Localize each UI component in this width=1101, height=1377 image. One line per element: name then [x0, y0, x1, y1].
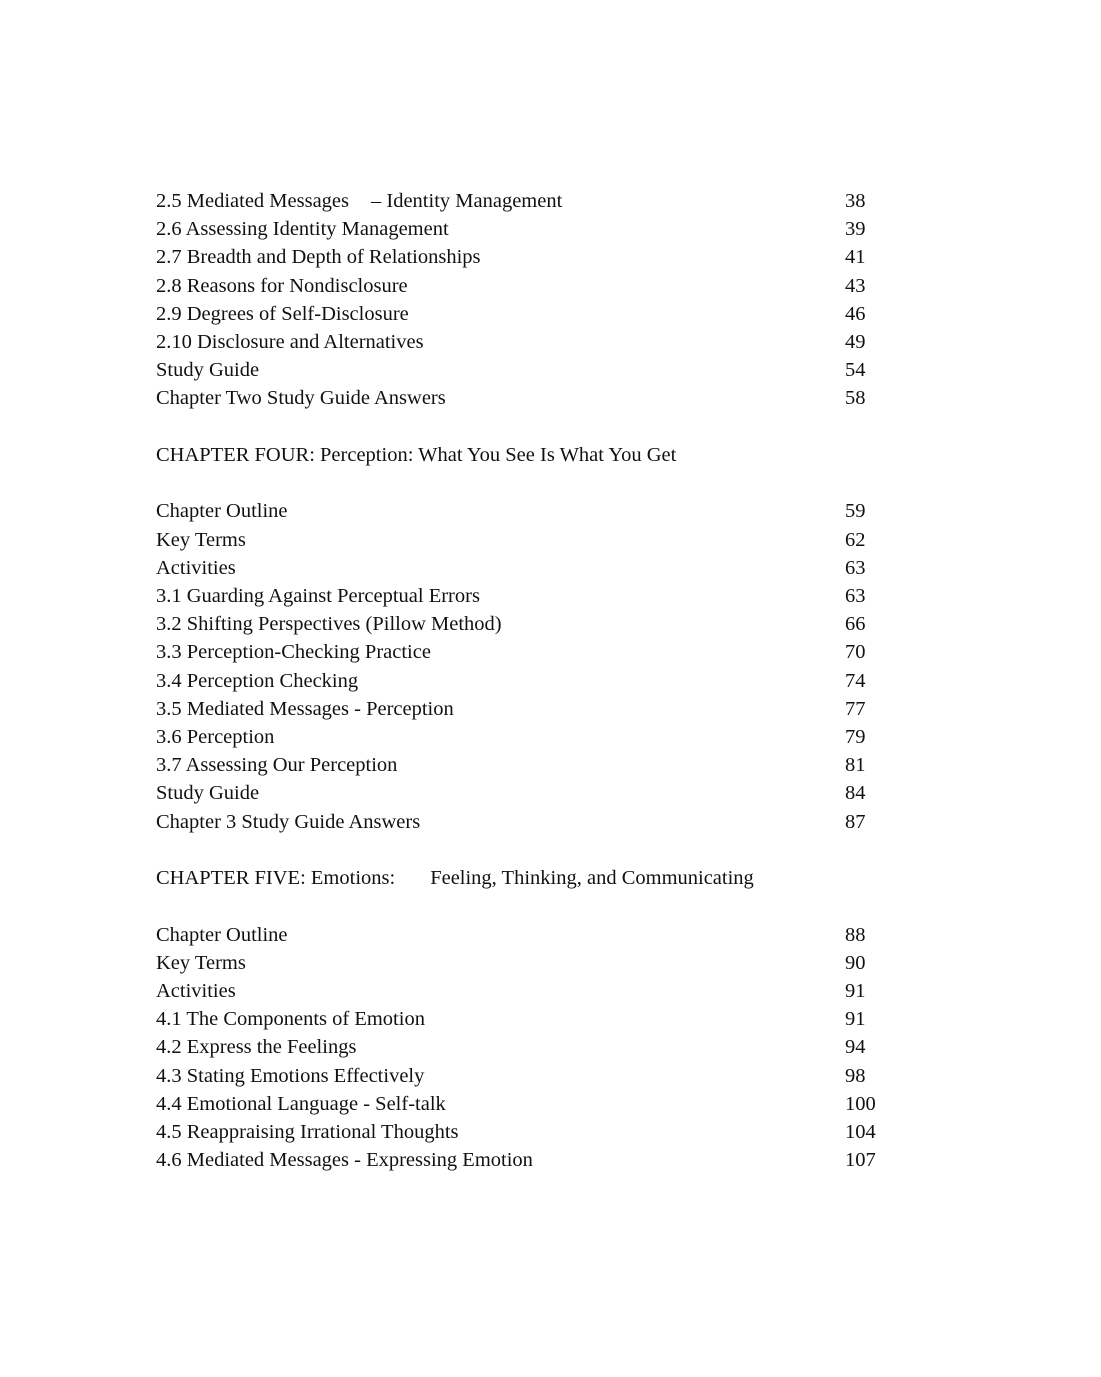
toc-entry-page: 94 — [845, 1036, 866, 1059]
toc-entry-page: 70 — [845, 641, 866, 664]
toc-entry: 3.4 Perception Checking 74 — [156, 667, 916, 695]
toc-entry-title: 4.2 Express the Feelings — [156, 1036, 357, 1059]
toc-entry-title: 2.7 Breadth and Depth of Relationships — [156, 246, 481, 269]
toc-entry-page: 79 — [845, 725, 866, 748]
toc-entry-page: 49 — [845, 330, 866, 353]
toc-entry-title: Study Guide — [156, 782, 260, 805]
toc-entry-page: 98 — [845, 1064, 866, 1087]
toc-entry-title: 3.6 Perception — [156, 725, 275, 748]
toc-entry: 3.5 Mediated Messages - Perception 77 — [156, 695, 916, 723]
toc-entry-page: 84 — [845, 782, 866, 805]
toc-entry-page: 88 — [845, 923, 866, 946]
toc-entry-page: 91 — [845, 980, 866, 1003]
toc-entry-page: 63 — [845, 585, 866, 608]
toc-entry: 2.10 Disclosure and Alternatives 49 — [156, 328, 916, 356]
toc-entry-page: 81 — [845, 754, 866, 777]
toc-entry: Chapter Outline 59 — [156, 497, 916, 525]
toc-entry: 2.8 Reasons for Nondisclosure 43 — [156, 272, 916, 300]
toc-entry-title: 4.6 Mediated Messages - Expressing Emoti… — [156, 1149, 533, 1172]
toc-entry-page: 107 — [845, 1149, 876, 1172]
toc-entry: Study Guide 84 — [156, 779, 916, 807]
toc-entry: Key Terms 90 — [156, 949, 916, 977]
toc-entry-title: Chapter Two Study Guide Answers — [156, 387, 446, 410]
toc-entry-title: 3.2 Shifting Perspectives (Pillow Method… — [156, 613, 502, 636]
toc-entry-page: 38 — [845, 190, 866, 212]
toc-entry-title: 4.3 Stating Emotions Effectively — [156, 1064, 425, 1087]
toc-entry-title: Chapter 3 Study Guide Answers — [156, 810, 421, 833]
toc-entry-page: 104 — [845, 1121, 876, 1143]
toc-entry: Chapter 3 Study Guide Answers 87 — [156, 808, 916, 836]
toc-entry: 4.6 Mediated Messages - Expressing Emoti… — [156, 1146, 916, 1174]
toc-entry-page: 46 — [845, 302, 866, 325]
toc-entry-title: Key Terms — [156, 951, 246, 974]
toc-entry: 4.3 Stating Emotions Effectively 98 — [156, 1062, 916, 1090]
toc-entry-title: 3.3 Perception-Checking Practice — [156, 641, 431, 664]
toc-entry: 3.2 Shifting Perspectives (Pillow Method… — [156, 610, 916, 638]
toc-entry-title: 2.6 Assessing Identity Management — [156, 218, 449, 241]
toc-entry-title: 4.4 Emotional Language - Self-talk — [156, 1092, 446, 1115]
toc-entry: 3.6 Perception 79 — [156, 723, 916, 751]
toc-entry-title: 3.7 Assessing Our Perception — [156, 754, 398, 777]
toc-entry-page: 100 — [845, 1092, 876, 1115]
toc-entry-title: 3.4 Perception Checking — [156, 669, 359, 692]
toc-entry-page: 43 — [845, 274, 866, 297]
toc-entry-page: 90 — [845, 951, 866, 974]
toc-entry: 2.5 Mediated Messages – Identity Manageme… — [156, 187, 916, 215]
toc-entry-title: Activities — [156, 980, 236, 1003]
toc-entry-title: 3.1 Guarding Against Perceptual Errors — [156, 585, 480, 608]
toc-entry: 4.1 The Components of Emotion 91 — [156, 1005, 916, 1033]
toc-entry-page: 74 — [845, 669, 866, 692]
toc-entry-page: 77 — [845, 697, 866, 720]
toc-entry-page: 66 — [845, 613, 866, 636]
toc-entry-page: 59 — [845, 500, 866, 523]
toc-entry-page: 39 — [845, 218, 866, 241]
toc-entry-title: Chapter Outline — [156, 500, 288, 523]
toc-entry-title: 2.5 Mediated Messages – Identity Manageme… — [156, 190, 563, 212]
toc-entry: Key Terms 62 — [156, 526, 916, 554]
toc-entry-title: 3.5 Mediated Messages - Perception — [156, 697, 454, 720]
toc-entry-title: 4.1 The Components of Emotion — [156, 1008, 425, 1031]
toc-entry: Activities 63 — [156, 554, 916, 582]
toc-entry-page: 91 — [845, 1008, 866, 1031]
toc-entry-title: Key Terms — [156, 528, 246, 551]
toc-section-chapter-five: CHAPTER FIVE: Emotions: Feeling, Thinking… — [156, 864, 916, 1174]
toc-section-chapter-four: CHAPTER FOUR: Perception: What You See I… — [156, 441, 916, 836]
toc-entry-page: 63 — [845, 556, 866, 579]
toc-entry-page: 41 — [845, 246, 866, 269]
toc-entry-title: 2.8 Reasons for Nondisclosure — [156, 274, 408, 297]
toc-entry: Chapter Two Study Guide Answers 58 — [156, 384, 916, 412]
toc-entry-title: Chapter Outline — [156, 923, 288, 946]
toc-entry: 2.6 Assessing Identity Management 39 — [156, 215, 916, 243]
toc-entry: 4.5 Reappraising Irrational Thoughts 104 — [156, 1118, 916, 1146]
toc-entry-title: 2.9 Degrees of Self-Disclosure — [156, 302, 409, 325]
toc-entry-title: 2.10 Disclosure and Alternatives — [156, 330, 424, 353]
toc-entry: 3.7 Assessing Our Perception 81 — [156, 751, 916, 779]
toc-entry-title: 4.5 Reappraising Irrational Thoughts — [156, 1121, 459, 1143]
toc-entry: 3.3 Perception-Checking Practice 70 — [156, 638, 916, 666]
toc-entry-title: Study Guide — [156, 359, 260, 382]
toc-entry: Study Guide 54 — [156, 356, 916, 384]
toc-entry: 4.4 Emotional Language - Self-talk 100 — [156, 1090, 916, 1118]
toc-entry-title: Activities — [156, 556, 236, 579]
toc-entry: Activities 91 — [156, 977, 916, 1005]
table-of-contents: 2.5 Mediated Messages – Identity Manageme… — [156, 187, 916, 1174]
toc-entry-page: 54 — [845, 359, 866, 382]
toc-entry: Chapter Outline 88 — [156, 921, 916, 949]
chapter-heading: CHAPTER FIVE: Emotions: Feeling, Thinking… — [156, 867, 754, 890]
toc-entry-page: 62 — [845, 528, 866, 551]
toc-entry: 2.7 Breadth and Depth of Relationships 4… — [156, 243, 916, 271]
toc-entry-page: 87 — [845, 810, 866, 833]
toc-entry: 3.1 Guarding Against Perceptual Errors 6… — [156, 582, 916, 610]
toc-entry-page: 58 — [845, 387, 866, 410]
toc-entry: 2.9 Degrees of Self-Disclosure 46 — [156, 300, 916, 328]
toc-entry: 4.2 Express the Feelings 94 — [156, 1033, 916, 1061]
toc-section-chapter-two: 2.5 Mediated Messages – Identity Manageme… — [156, 187, 916, 413]
chapter-heading: CHAPTER FOUR: Perception: What You See I… — [156, 443, 677, 466]
